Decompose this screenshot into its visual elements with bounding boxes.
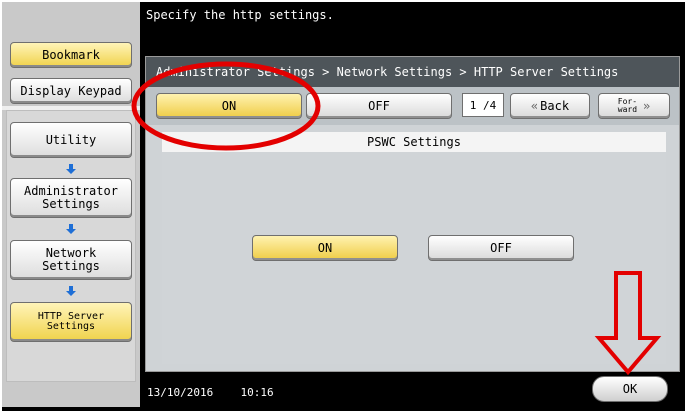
sidebar-item-utility[interactable]: Utility: [10, 122, 132, 158]
network-label-line2: Settings: [42, 259, 100, 273]
pswc-off-label: OFF: [490, 241, 512, 255]
ok-label: OK: [622, 382, 638, 396]
display-keypad-button[interactable]: Display Keypad: [10, 78, 132, 104]
sidebar: Bookmark Display Keypad Utility Administ…: [2, 2, 140, 407]
settings-content-panel: [162, 152, 666, 364]
instruction-message: Specify the http settings.: [146, 8, 334, 22]
back-label: Back: [540, 99, 570, 113]
bookmark-label: Bookmark: [42, 47, 100, 62]
breadcrumb-text: Administrator Settings > Network Setting…: [156, 65, 619, 79]
forward-label-line2: ward: [617, 105, 638, 114]
http-on-button[interactable]: ON: [156, 93, 302, 119]
forward-button[interactable]: For- ward »: [598, 93, 670, 119]
back-button[interactable]: « Back: [510, 93, 590, 119]
bookmark-button[interactable]: Bookmark: [10, 42, 132, 68]
pswc-on-label: ON: [317, 241, 333, 255]
main-panel: Administrator Settings > Network Setting…: [145, 56, 680, 372]
arrow-down-icon: [66, 164, 76, 174]
page-indicator-text: 1 /4: [469, 98, 497, 112]
sidebar-item-administrator-settings[interactable]: Administrator Settings: [10, 178, 132, 218]
pswc-off-button[interactable]: OFF: [428, 235, 574, 261]
datetime: 13/10/2016 10:16: [147, 386, 274, 399]
http-off-label: OFF: [368, 99, 390, 113]
http-off-button[interactable]: OFF: [306, 93, 452, 119]
sidebar-item-network-settings[interactable]: Network Settings: [10, 240, 132, 280]
double-chevron-right-icon: »: [643, 99, 651, 113]
section-title-text: PSWC Settings: [367, 135, 461, 149]
ok-button[interactable]: OK: [592, 376, 668, 402]
arrow-down-icon: [66, 286, 76, 296]
admin-label-line2: Settings: [42, 197, 100, 211]
section-title: PSWC Settings: [162, 132, 666, 152]
arrow-down-icon: [66, 224, 76, 234]
http-on-label: ON: [221, 99, 237, 113]
page-indicator: 1 /4: [462, 93, 504, 117]
double-chevron-left-icon: «: [530, 99, 539, 113]
time-text: 10:16: [240, 386, 274, 399]
utility-label: Utility: [45, 132, 97, 147]
forward-label: For- ward: [618, 98, 637, 114]
http-label-line2: Settings: [46, 321, 96, 332]
display-keypad-label: Display Keypad: [20, 83, 122, 98]
sidebar-item-http-server-settings[interactable]: HTTP Server Settings: [10, 302, 132, 342]
breadcrumb: Administrator Settings > Network Setting…: [146, 57, 679, 87]
date-text: 13/10/2016: [147, 386, 214, 399]
pswc-on-button[interactable]: ON: [252, 235, 398, 261]
